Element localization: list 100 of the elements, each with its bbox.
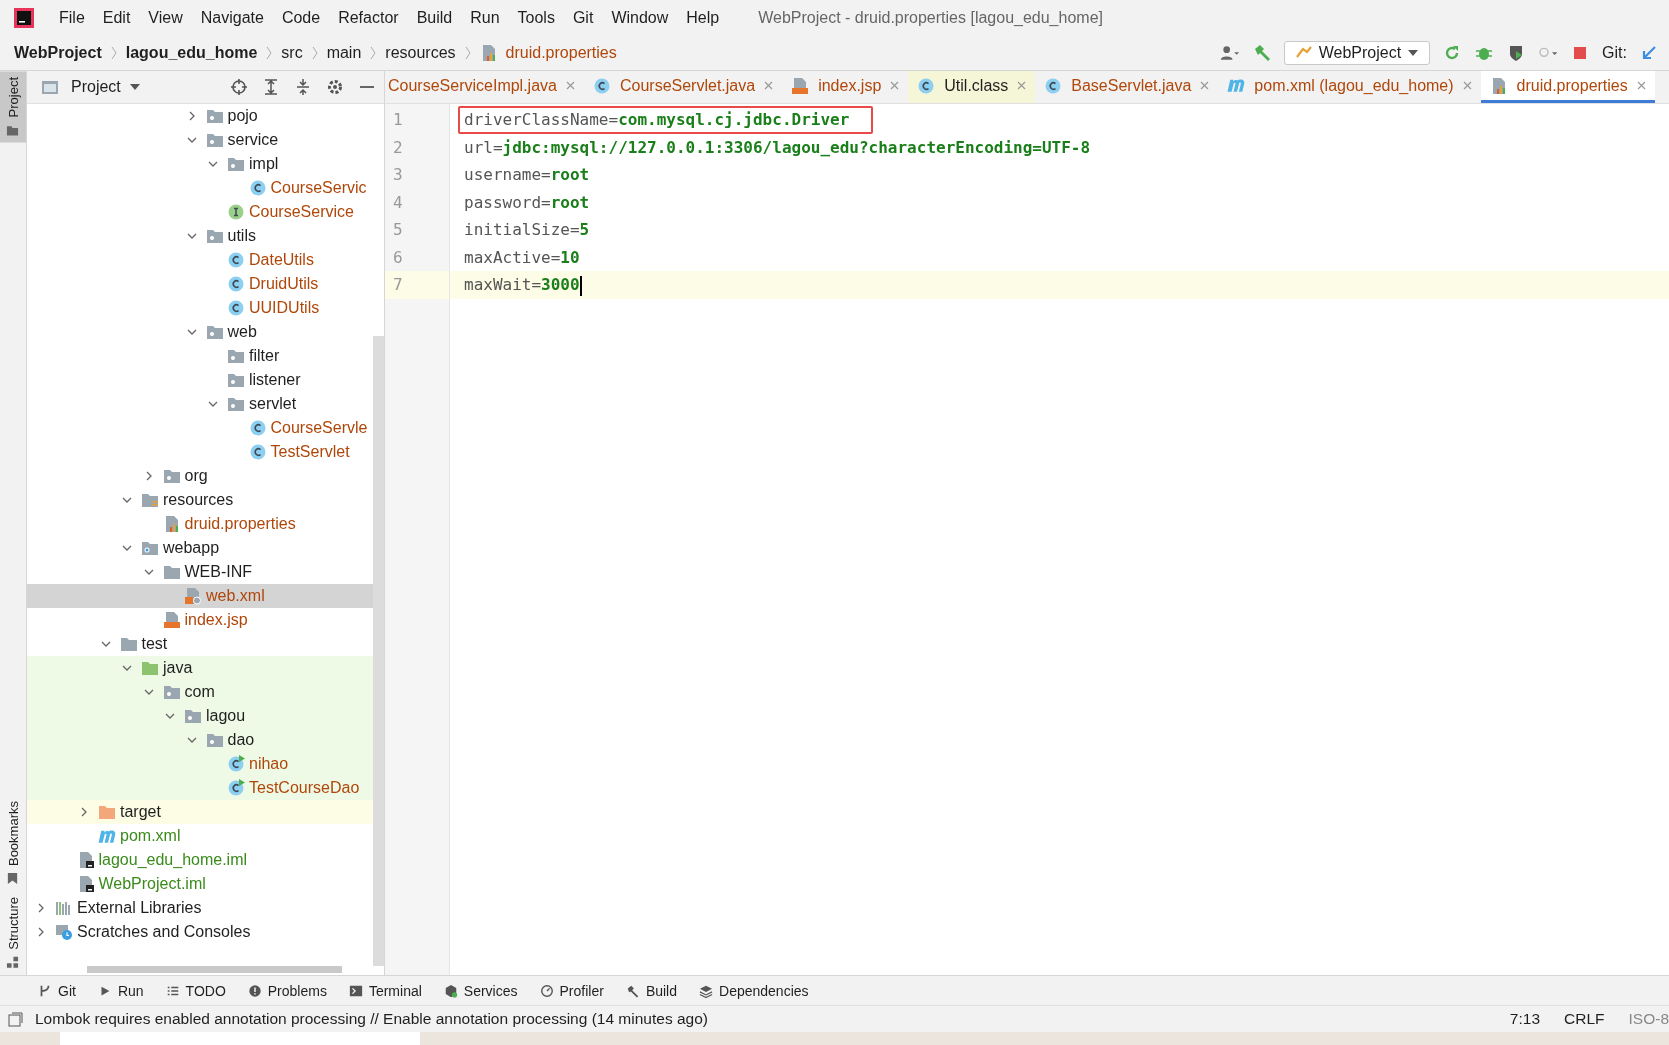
editor-tab[interactable]: BaseServlet.java <box>1035 71 1219 103</box>
menu-item[interactable]: Tools <box>508 9 564 27</box>
settings-icon[interactable] <box>326 78 344 96</box>
menu-item[interactable]: Edit <box>93 9 140 27</box>
editor-tab[interactable]: pom.xml (lagou_edu_home) <box>1218 71 1481 103</box>
tree-item[interactable]: CourseService <box>27 200 373 224</box>
tree-item[interactable]: com <box>27 680 373 704</box>
tool-window-button[interactable]: Problems <box>247 982 327 999</box>
menu-item[interactable]: Git <box>563 9 603 27</box>
tree-item[interactable]: java <box>27 656 373 680</box>
breadcrumb[interactable]: druid.properties <box>479 44 617 62</box>
menu-item[interactable]: Navigate <box>191 9 273 27</box>
cursor-position[interactable]: 7:13 <box>1509 1010 1541 1028</box>
breadcrumb[interactable]: src <box>281 44 303 62</box>
panel-title[interactable]: Project <box>71 78 121 96</box>
tree-item[interactable]: Scratches and Consoles <box>27 920 373 944</box>
expand-all-icon[interactable] <box>262 78 280 96</box>
tree-item[interactable]: test <box>27 632 373 656</box>
menu-item[interactable]: File <box>50 9 94 27</box>
breadcrumb[interactable]: resources <box>385 44 456 62</box>
menu-item[interactable]: Code <box>272 9 330 27</box>
menu-item[interactable]: Refactor <box>329 9 408 27</box>
tool-window-button[interactable]: TODO <box>165 982 226 999</box>
scrollbar[interactable] <box>87 966 342 973</box>
tree-item[interactable]: filter <box>27 344 373 368</box>
tree-item[interactable]: WebProject.iml <box>27 872 373 896</box>
tree-item[interactable]: target <box>27 800 373 824</box>
close-icon[interactable] <box>1200 81 1210 90</box>
tree-item[interactable]: resources <box>27 488 373 512</box>
folder-icon <box>98 803 116 821</box>
breadcrumb[interactable]: lagou_edu_home <box>125 44 258 62</box>
tree-item[interactable]: pojo <box>27 104 373 128</box>
tree-item[interactable]: UUIDUtils <box>27 296 373 320</box>
tree-item[interactable]: TestServlet <box>27 440 373 464</box>
tree-item-label: Scratches and Consoles <box>77 923 251 941</box>
package-folder-icon <box>205 107 224 125</box>
menu-item[interactable]: Run <box>461 9 509 27</box>
menu-item[interactable]: Build <box>407 9 462 27</box>
run-configuration-dropdown[interactable]: WebProject <box>1283 41 1431 65</box>
tree-item-label: impl <box>249 155 279 173</box>
tree-item[interactable]: External Libraries <box>27 896 373 920</box>
tool-window-button[interactable]: Build <box>625 982 677 999</box>
breadcrumb[interactable]: WebProject <box>14 44 102 62</box>
tree-item[interactable]: web.xml <box>27 584 373 608</box>
breadcrumb[interactable]: main <box>326 44 362 62</box>
close-icon[interactable] <box>1017 81 1027 90</box>
tree-item[interactable]: CourseServle <box>27 416 373 440</box>
tree-item[interactable]: lagou <box>27 704 373 728</box>
caret-icon[interactable] <box>128 83 141 91</box>
side-tab[interactable]: Bookmarks <box>0 795 26 892</box>
menu-item[interactable]: Help <box>677 9 729 27</box>
tool-window-button[interactable]: Git <box>38 982 76 999</box>
tree-item[interactable]: TestCourseDao <box>27 776 373 800</box>
tree-item[interactable]: utils <box>27 224 373 248</box>
tree-item[interactable]: service <box>27 128 373 152</box>
tree-item[interactable]: dao <box>27 728 373 752</box>
side-tab[interactable]: Structure <box>0 891 26 975</box>
menu-item[interactable]: View <box>139 9 192 27</box>
editor-tab[interactable]: Util.class <box>908 71 1036 103</box>
package-folder-icon <box>205 131 224 149</box>
line-separator[interactable]: CRLF <box>1564 1010 1605 1028</box>
tree-item[interactable]: nihao <box>27 752 373 776</box>
close-icon[interactable] <box>764 81 774 90</box>
tree-item[interactable]: servlet <box>27 392 373 416</box>
editor-tab[interactable]: index.jsp <box>782 71 909 103</box>
tree-item[interactable]: webapp <box>27 536 373 560</box>
close-icon[interactable] <box>1636 81 1646 90</box>
tree-item[interactable]: DruidUtils <box>27 272 373 296</box>
chevron-icon <box>265 45 274 61</box>
user-icon[interactable] <box>1219 43 1240 63</box>
close-icon[interactable] <box>1462 81 1472 90</box>
crosshair-icon[interactable] <box>230 78 248 96</box>
tree-item[interactable]: pom.xml <box>27 824 373 848</box>
tree-item[interactable]: WEB-INF <box>27 560 373 584</box>
tool-window-button[interactable]: Dependencies <box>699 982 809 999</box>
close-icon[interactable] <box>890 81 900 90</box>
tool-window-button[interactable]: Profiler <box>539 982 604 999</box>
tree-item[interactable]: lagou_edu_home.iml <box>27 848 373 872</box>
tree-item[interactable]: impl <box>27 152 373 176</box>
tool-window-button[interactable]: Run <box>97 982 144 999</box>
scrollbar[interactable] <box>373 336 384 966</box>
collapse-all-icon[interactable] <box>294 78 312 96</box>
tree-item[interactable]: org <box>27 464 373 488</box>
tree-item[interactable]: CourseServic <box>27 176 373 200</box>
tree-item[interactable]: web <box>27 320 373 344</box>
close-icon[interactable] <box>565 81 575 90</box>
editor-tab[interactable]: druid.properties <box>1480 71 1655 103</box>
tree-item[interactable]: DateUtils <box>27 248 373 272</box>
code-line: url=jdbc:mysql://127.0.0.1:3306/lagou_edu?characterEncoding=UTF-8 <box>463 136 1092 159</box>
editor-tab[interactable]: CourseServlet.java <box>583 71 783 103</box>
package-folder-icon <box>227 347 245 365</box>
menu-item[interactable]: Window <box>602 9 678 27</box>
editor-tab[interactable]: CourseServiceImpl.java <box>385 71 584 103</box>
tool-window-button[interactable]: Terminal <box>348 982 422 999</box>
status-message[interactable]: Lombok requires enabled annotation processing // Enable annotation processing (14 minutes ago) <box>35 1010 708 1028</box>
side-tab[interactable]: Project <box>0 71 26 143</box>
tree-item[interactable]: index.jsp <box>27 608 373 632</box>
tree-item[interactable]: druid.properties <box>27 512 373 536</box>
tree-item[interactable]: listener <box>27 368 373 392</box>
tool-window-button[interactable]: Services <box>443 982 518 999</box>
